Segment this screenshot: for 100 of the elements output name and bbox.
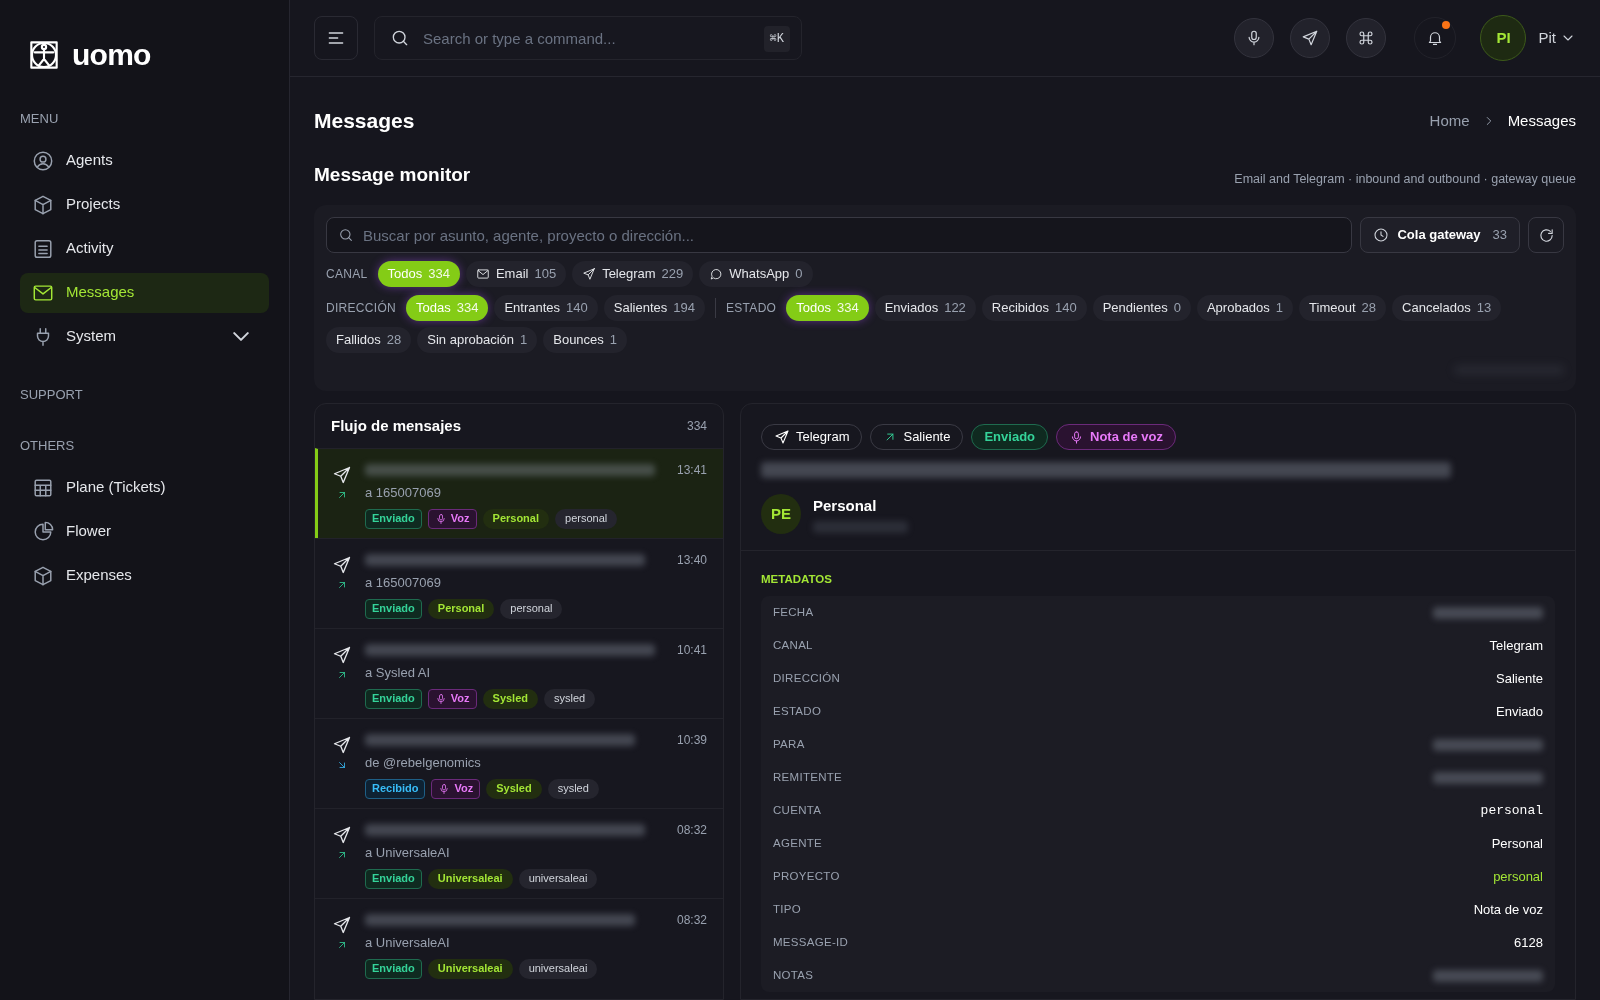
message-row[interactable]: 13:41 a 165007069 Enviado Voz Personal personal (315, 448, 723, 538)
send-button[interactable] (1290, 18, 1331, 58)
tag: personal (555, 508, 618, 529)
metadata-label: NOTAS (773, 968, 814, 984)
tag: sysled (544, 688, 596, 709)
metadata-label: PROYECTO (773, 869, 840, 885)
metadata-label: REMITENTE (773, 770, 843, 786)
sidebar-item[interactable]: Plane (Tickets) (20, 467, 269, 508)
send-icon (332, 645, 352, 665)
filter-chip[interactable]: Entrantes 140 (494, 295, 598, 321)
filter-chip[interactable]: Aprobados 1 (1196, 295, 1294, 321)
tag: Enviado (365, 958, 422, 979)
breadcrumb-link[interactable]: Home (1429, 109, 1470, 132)
message-row[interactable]: 10:41 a Sysled AI Enviado Voz Sysled sysled (315, 628, 723, 718)
arrow-up-right-icon (336, 579, 348, 591)
chevron-down-icon[interactable] (233, 332, 249, 341)
search-icon (338, 227, 354, 243)
refresh-icon (1537, 226, 1555, 244)
message-party: de @rebelgenomics (365, 754, 482, 772)
microphone-icon (438, 782, 451, 795)
message-row[interactable]: 08:32 a UniversaleAI Enviado Universaleai universaleai (315, 898, 723, 988)
arrow-up-right-icon (336, 669, 348, 681)
tag: Sysled (482, 688, 538, 709)
tag: universaleai (518, 868, 598, 889)
tag: Enviado (365, 868, 422, 889)
sidebar-item[interactable]: Agents (20, 140, 269, 181)
arrow-up-right-icon (336, 489, 348, 501)
avatar[interactable]: PI (1480, 15, 1527, 61)
filter-chip[interactable]: WhatsApp 0 (699, 261, 813, 287)
metadata-heading: METADATOS (761, 572, 833, 587)
microphone-button[interactable] (1234, 18, 1275, 58)
tag: Enviado (365, 508, 422, 529)
section-heading: SUPPORT (20, 385, 84, 404)
filter-chip[interactable]: Timeout 28 (1299, 295, 1387, 321)
filter-chip[interactable]: Fallidos 28 (326, 327, 412, 353)
metadata-label: CANAL (773, 638, 813, 654)
filter-chip[interactable]: Pendientes 0 (1092, 295, 1191, 321)
filter-chip[interactable]: Enviados 122 (874, 295, 976, 321)
message-time: 08:32 (676, 912, 707, 929)
filter-chip[interactable]: Bounces 1 (543, 327, 628, 353)
refresh-button[interactable] (1528, 217, 1564, 253)
sidebar-item[interactable]: Flower (20, 511, 269, 552)
sender-avatar: PE (761, 494, 801, 534)
metadata-value: Saliente (1496, 670, 1543, 688)
tag: Personal (427, 598, 495, 619)
message-party: a UniversaleAI (365, 934, 451, 952)
menu-button[interactable] (314, 16, 358, 60)
sidebar-item[interactable]: System (20, 316, 269, 357)
filter-chip[interactable]: Cancelados 13 (1392, 295, 1502, 321)
message-row[interactable]: 13:40 a 165007069 Enviado Personal personal (315, 538, 723, 628)
pie-chart-icon (32, 520, 54, 543)
metadata-label: DIRECCIÓN (773, 671, 841, 687)
section-heading: MENU (20, 110, 60, 128)
tag: Enviado (971, 424, 1049, 450)
command-button[interactable] (1346, 18, 1387, 58)
mail-icon (475, 267, 490, 281)
tag: Voz (427, 688, 477, 709)
tag: Sysled (486, 778, 542, 799)
sidebar-item[interactable]: Expenses (20, 555, 269, 596)
message-party: a 165007069 (365, 574, 442, 592)
send-icon (332, 465, 352, 485)
search-field[interactable]: Buscar por asunto, agente, proyecto o dirección... (326, 217, 1353, 253)
page-title: Messages (314, 108, 415, 134)
user-name[interactable]: Pit (1538, 26, 1556, 50)
filter-chip[interactable]: Sin aprobación 1 (417, 327, 538, 353)
tag: Nota de voz (1056, 424, 1176, 450)
message-row[interactable]: 08:32 a UniversaleAI Enviado Universaleai universaleai (315, 808, 723, 898)
metadata-value: Telegram (1489, 637, 1543, 655)
send-icon (774, 429, 790, 445)
filter-chip[interactable]: Telegram 229 (572, 261, 694, 287)
filter-chip[interactable]: Email 105 (465, 261, 567, 287)
project-link[interactable]: personal (1493, 867, 1543, 887)
filter-chip[interactable]: Salientes 194 (603, 295, 705, 321)
message-party: a Sysled AI (365, 664, 432, 682)
tag: Enviado (365, 598, 422, 619)
sidebar-item[interactable]: Activity (20, 228, 269, 269)
tag: sysled (547, 778, 599, 799)
message-row[interactable]: 10:39 de @rebelgenomics Recibido Voz Sysled sysled (315, 718, 723, 808)
arrow-up-right-icon (336, 939, 348, 951)
metadata-label: CUENTA (773, 803, 822, 819)
section-subtitle: Email and Telegram · inbound and outbound · gateway queue (1234, 171, 1576, 189)
send-icon (332, 825, 352, 845)
gateway-queue-button[interactable]: Cola gateway 33 (1360, 217, 1520, 253)
tag: Voz (427, 508, 477, 529)
metadata-value: 6128 (1514, 934, 1543, 952)
metadata-label: MESSAGE-ID (773, 935, 849, 951)
chat-bubble-icon (709, 267, 724, 281)
command-icon (1357, 29, 1376, 47)
filter-chip[interactable]: Recibidos 140 (981, 295, 1087, 321)
section-title: Message monitor (314, 162, 471, 187)
send-icon (332, 555, 352, 575)
cube-icon (32, 564, 54, 587)
sidebar-item[interactable]: Messages (20, 272, 269, 313)
table-icon (32, 476, 54, 499)
metadata-label: PARA (773, 737, 805, 753)
filter-label: ESTADO (726, 300, 777, 317)
tag: universaleai (518, 958, 598, 979)
metadata-label: ESTADO (773, 704, 822, 720)
message-time: 08:32 (676, 822, 707, 839)
sidebar-item[interactable]: Projects (20, 184, 269, 225)
